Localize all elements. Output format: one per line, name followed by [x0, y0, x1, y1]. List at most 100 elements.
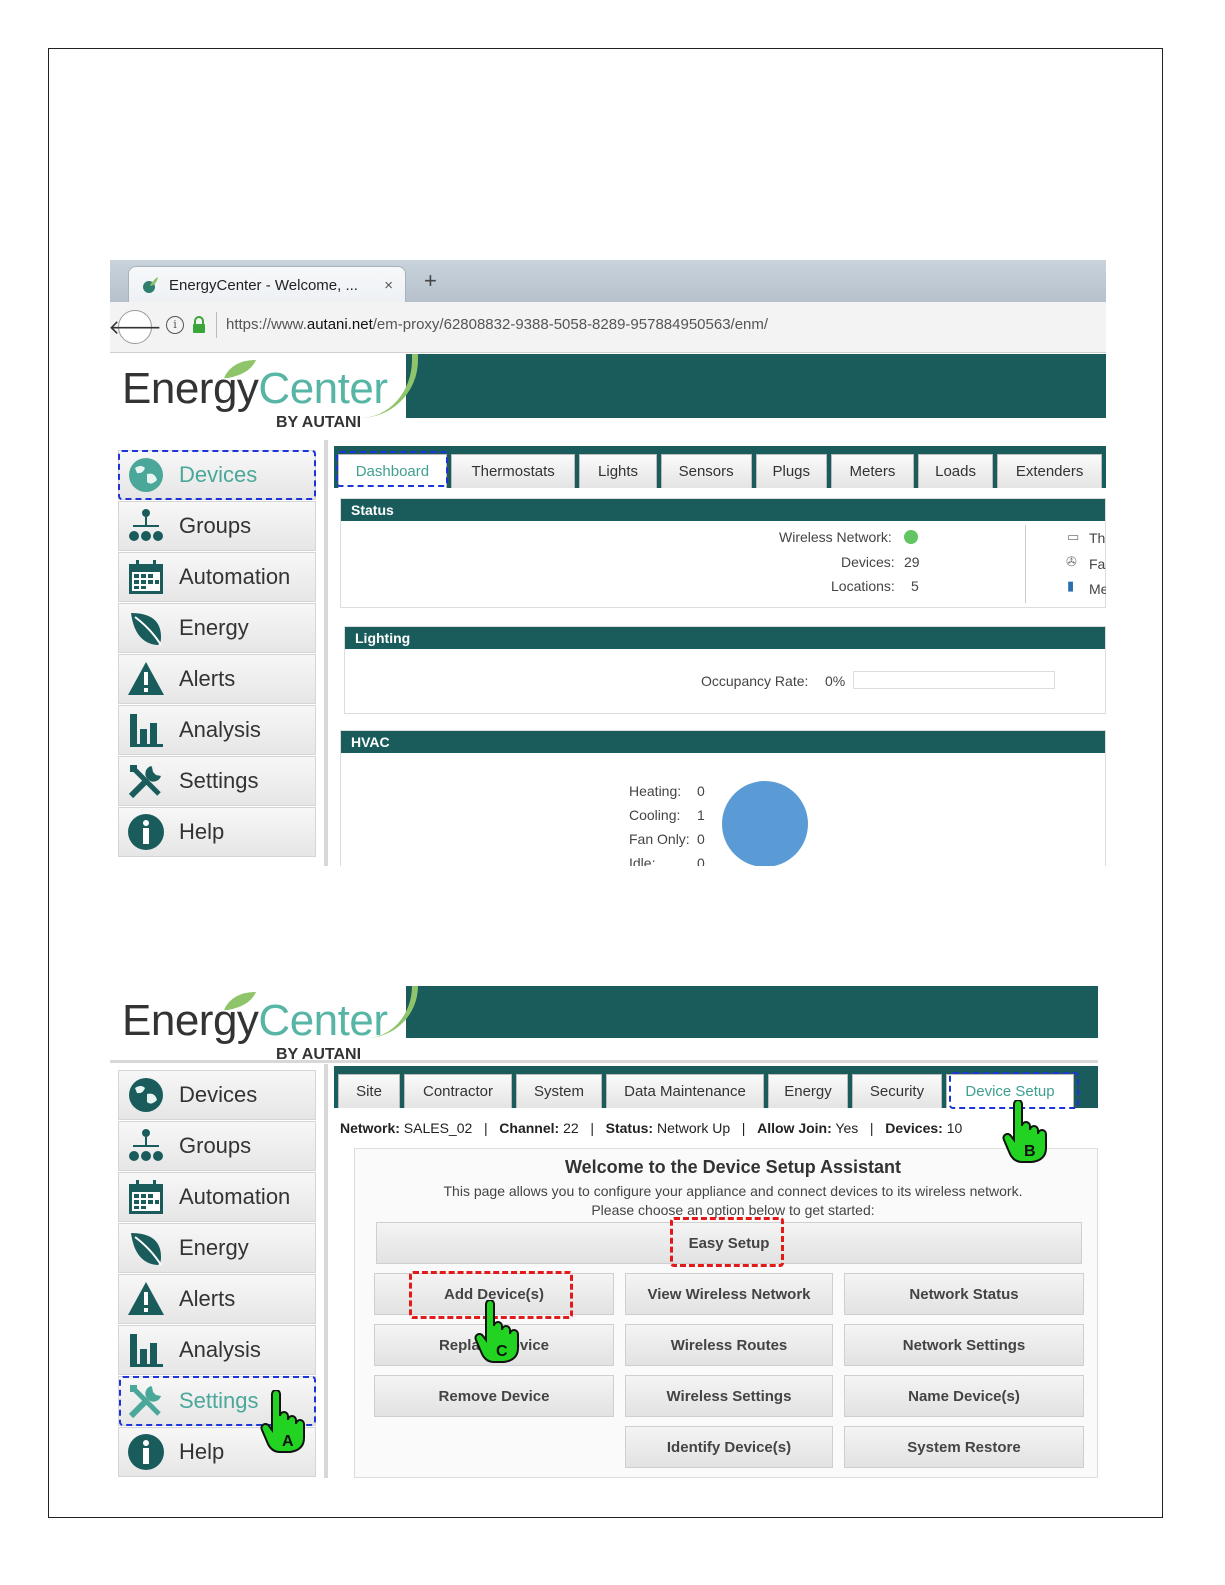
sidebar-label-help: Help: [179, 819, 225, 844]
site-info-icon[interactable]: i: [166, 316, 184, 334]
sidebar-label-devices: Devices: [179, 1082, 258, 1107]
devices-count-value: 29: [904, 554, 920, 570]
tab-meters[interactable]: Meters: [830, 454, 914, 488]
wireless-status-dot: [904, 530, 918, 544]
sidebar-item-help[interactable]: Help: [118, 807, 316, 857]
sidebar-divider-2: [324, 1064, 328, 1478]
wireless-settings-label: Wireless Settings: [666, 1387, 792, 1405]
logo-leaf-icon-2: [224, 992, 256, 1010]
assistant-description-1: This page allows you to configure your a…: [443, 1183, 1023, 1199]
app-header: EnergyCenter BY AUTANI: [110, 354, 1106, 440]
browser-tab-title: EnergyCenter - Welcome, ...: [169, 276, 358, 294]
status-divider: [1025, 525, 1026, 603]
hvac-heating-label: Heating:: [629, 783, 682, 799]
hierarchy-icon: [123, 1127, 169, 1165]
view-wireless-network-button[interactable]: View Wireless Network: [625, 1273, 833, 1315]
sidebar-item-groups[interactable]: Groups: [118, 1121, 316, 1171]
screenshot-dashboard: EnergyCenter - Welcome, ... × + 🡐 i http…: [110, 260, 1106, 866]
network-label: Network:: [340, 1120, 400, 1136]
callout-b-label: B: [1024, 1143, 1036, 1160]
tab-close-icon[interactable]: ×: [384, 277, 393, 294]
browser-tab-bar: EnergyCenter - Welcome, ... × +: [110, 260, 1106, 303]
tab-loads[interactable]: Loads: [917, 454, 994, 488]
hand-pointer-icon-c: C: [474, 1300, 519, 1363]
identify-devices-label: Identify Device(s): [666, 1438, 792, 1456]
sidebar-label-groups: Groups: [179, 513, 252, 538]
url-separator: [216, 312, 217, 338]
new-tab-icon[interactable]: +: [424, 268, 437, 294]
sidebar-item-devices[interactable]: Devices: [118, 1070, 316, 1120]
status-panel-title: Status: [341, 499, 1105, 521]
energycenter-favicon-icon: [141, 276, 159, 294]
network-sep-2: |: [590, 1120, 594, 1136]
back-arrow-icon[interactable]: 🡐: [110, 310, 162, 344]
tab-thermostats[interactable]: Thermostats: [450, 454, 576, 488]
highlight-easy-setup: [670, 1217, 784, 1267]
hvac-panel-title: HVAC: [341, 731, 1105, 753]
browser-nav-bar: 🡐 i https://www.autani.net/em-proxy/6280…: [110, 302, 1106, 353]
network-status-button[interactable]: Network Status: [844, 1273, 1084, 1315]
tab-site[interactable]: Site: [338, 1074, 400, 1108]
network-settings-label: Network Settings: [902, 1336, 1026, 1354]
wireless-settings-button[interactable]: Wireless Settings: [625, 1375, 833, 1417]
sidebar: Devices Groups Automation Energy Alerts …: [118, 450, 316, 858]
logo-center-2: Center: [258, 996, 388, 1045]
sidebar-item-groups[interactable]: Groups: [118, 501, 316, 551]
status-right-item-1: Th: [1089, 530, 1106, 546]
tab-plugs[interactable]: Plugs: [755, 454, 827, 488]
tab-extenders[interactable]: Extenders: [997, 454, 1103, 488]
status-panel: Status Wireless Network: Devices: 29 Loc…: [340, 498, 1106, 608]
sidebar-item-settings[interactable]: Settings: [118, 756, 316, 806]
assistant-title: Welcome to the Device Setup Assistant: [564, 1157, 902, 1177]
callout-a-label: A: [282, 1433, 294, 1450]
tab-energy[interactable]: Energy: [768, 1074, 848, 1108]
browser-tab[interactable]: EnergyCenter - Welcome, ... ×: [128, 266, 406, 303]
tab-contractor[interactable]: Contractor: [404, 1074, 512, 1108]
identify-devices-button[interactable]: Identify Device(s): [625, 1426, 833, 1468]
remove-device-button[interactable]: Remove Device: [374, 1375, 614, 1417]
occupancy-rate-value: 0%: [825, 673, 846, 689]
sidebar-item-alerts[interactable]: Alerts: [118, 1274, 316, 1324]
channel-value: 22: [563, 1120, 579, 1136]
tab-sensors[interactable]: Sensors: [660, 454, 752, 488]
highlight-dashboard-tab: [336, 451, 448, 487]
sidebar-label-groups: Groups: [179, 1133, 252, 1158]
tab-lights[interactable]: Lights: [579, 454, 657, 488]
tab-data-maintenance[interactable]: Data Maintenance: [606, 1074, 764, 1108]
tab-security[interactable]: Security: [852, 1074, 942, 1108]
tab-system[interactable]: System: [516, 1074, 602, 1108]
assistant-description-2: Please choose an option below to get sta…: [591, 1202, 875, 1218]
network-value: SALES_02: [403, 1120, 473, 1136]
sidebar-item-energy[interactable]: Energy: [118, 1223, 316, 1273]
wireless-routes-button[interactable]: Wireless Routes: [625, 1324, 833, 1366]
sidebar-label-automation: Automation: [179, 564, 291, 589]
system-restore-button[interactable]: System Restore: [844, 1426, 1084, 1468]
sidebar-item-automation[interactable]: Automation: [118, 552, 316, 602]
sidebar-item-energy[interactable]: Energy: [118, 603, 316, 653]
address-bar[interactable]: https://www.autani.net/em-proxy/62808832…: [226, 316, 768, 333]
name-devices-button[interactable]: Name Device(s): [844, 1375, 1084, 1417]
tools-icon: [123, 762, 169, 800]
system-restore-label: System Restore: [907, 1438, 1021, 1456]
url-prefix: https://www.: [226, 316, 307, 333]
hvac-heating-value: 0: [697, 783, 705, 799]
hvac-panel: HVAC Heating: 0 Cooling: 1 Fan Only: 0 I…: [340, 730, 1106, 866]
calendar-icon: [123, 1178, 169, 1216]
url-domain: autani.net: [306, 316, 373, 333]
network-settings-button[interactable]: Network Settings: [844, 1324, 1084, 1366]
sidebar-item-automation[interactable]: Automation: [118, 1172, 316, 1222]
allow-join-value: Yes: [835, 1120, 859, 1136]
sidebar-item-alerts[interactable]: Alerts: [118, 654, 316, 704]
highlight-devices: [118, 450, 316, 500]
network-sep-4: |: [869, 1120, 874, 1136]
warning-icon: [123, 1280, 169, 1318]
sidebar-item-analysis[interactable]: Analysis: [118, 1325, 316, 1375]
sidebar-label-analysis: Analysis: [179, 1337, 261, 1362]
wireless-network-label: Wireless Network:: [779, 529, 892, 545]
channel-label: Channel:: [499, 1120, 560, 1136]
lighting-panel: Lighting Occupancy Rate: 0%: [344, 626, 1106, 714]
network-devices-value: 10: [946, 1120, 963, 1136]
network-info-line: Network: SALES_02 | Channel: 22 | Status…: [340, 1120, 962, 1136]
hvac-idle-value: 0: [697, 855, 705, 866]
sidebar-item-analysis[interactable]: Analysis: [118, 705, 316, 755]
